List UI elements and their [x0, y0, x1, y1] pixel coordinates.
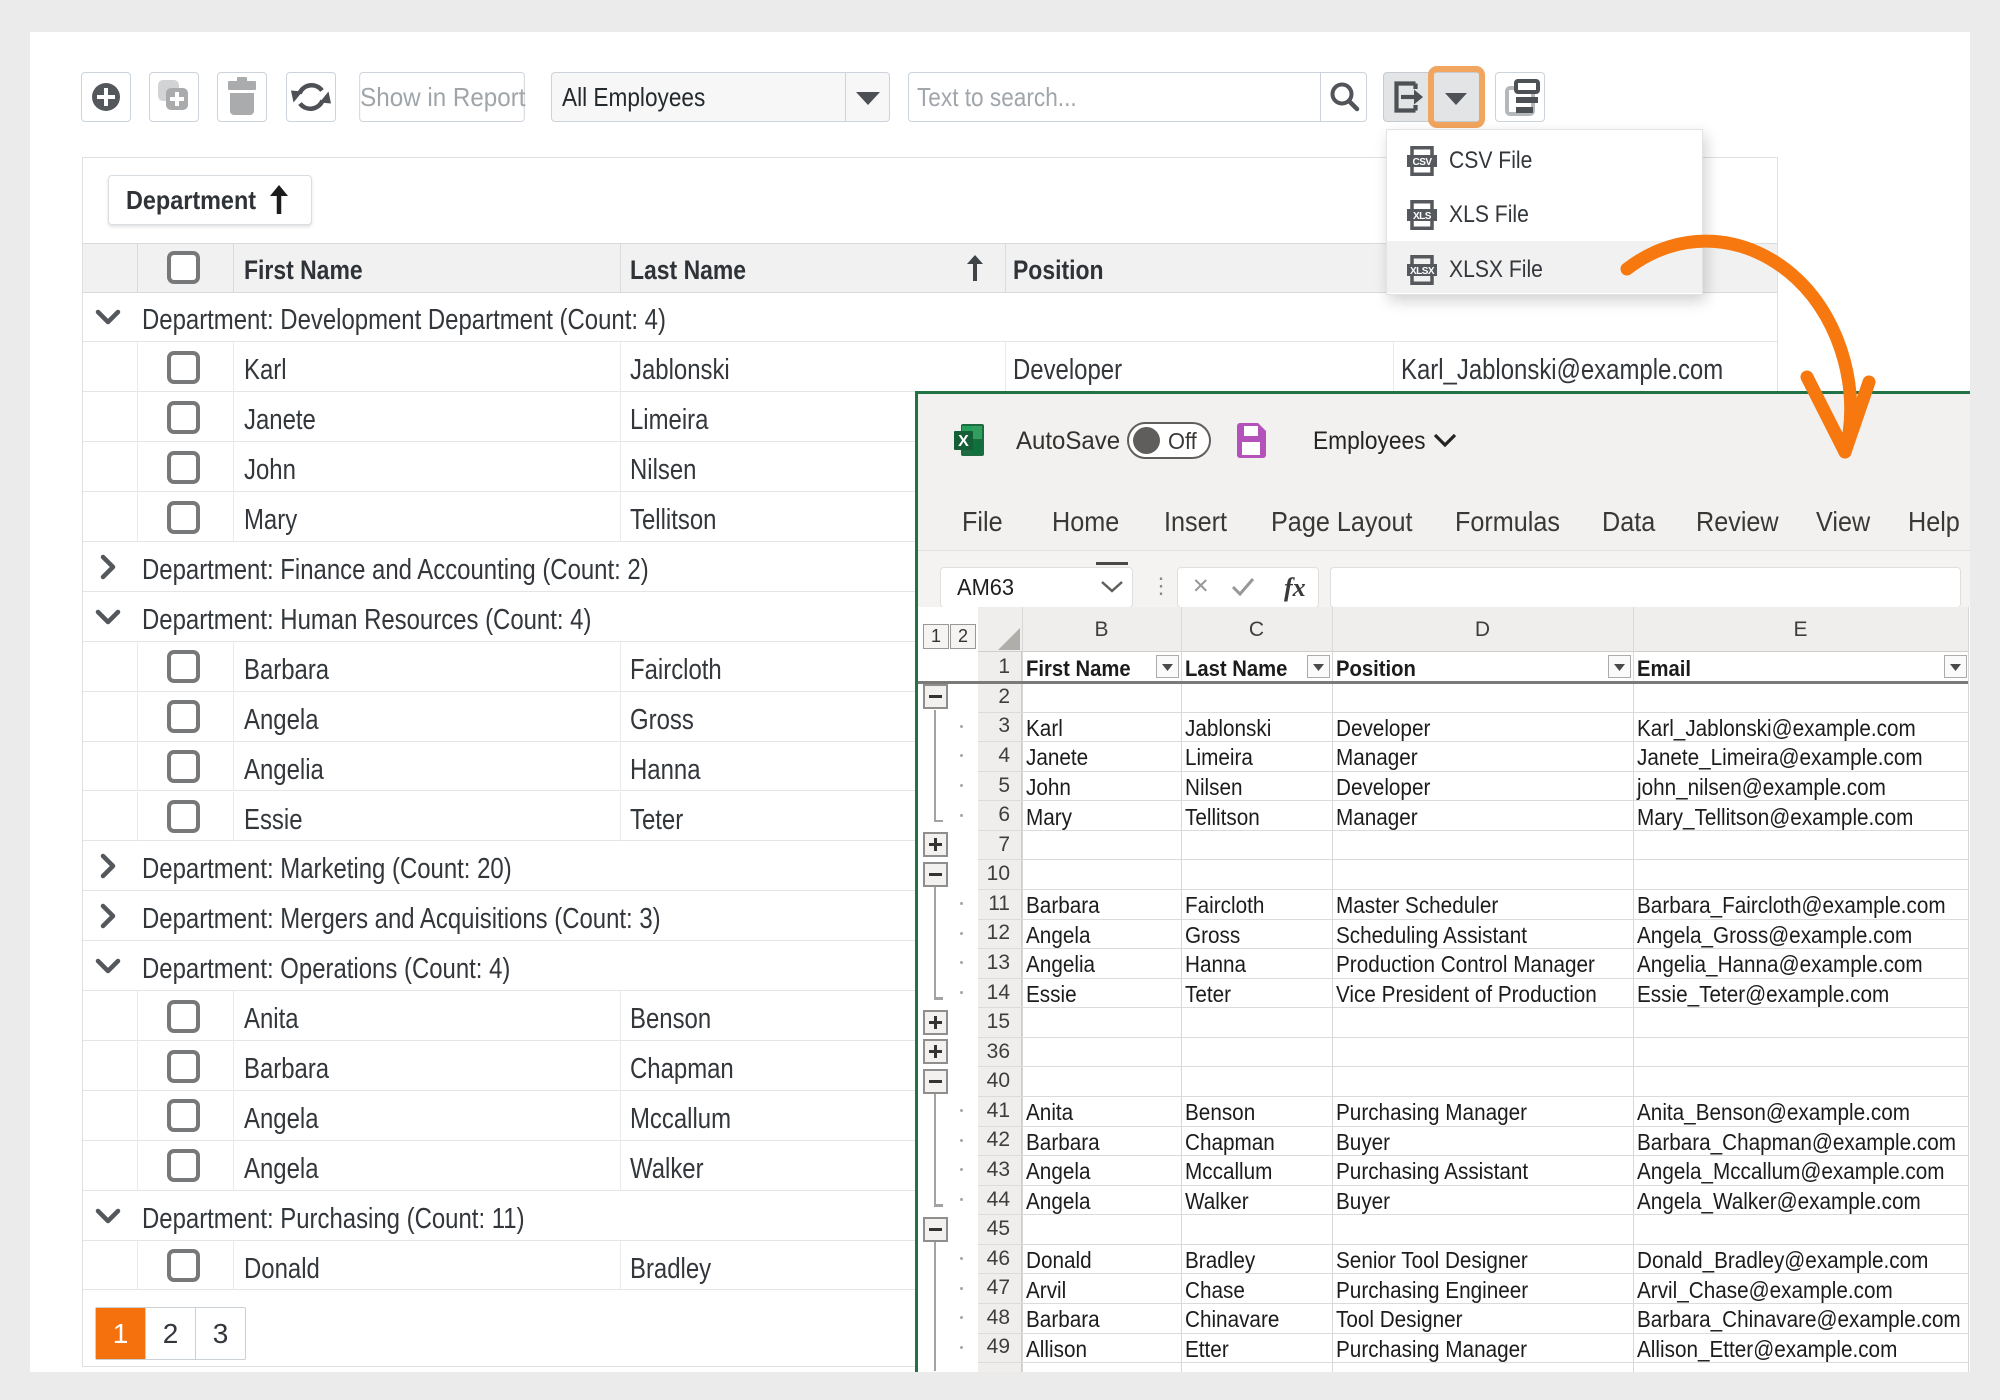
svg-text:CSV: CSV: [1412, 157, 1432, 168]
svg-text:X: X: [958, 433, 969, 450]
svg-text:XLS: XLS: [1413, 211, 1432, 222]
svg-text:XLSX: XLSX: [1410, 266, 1435, 277]
